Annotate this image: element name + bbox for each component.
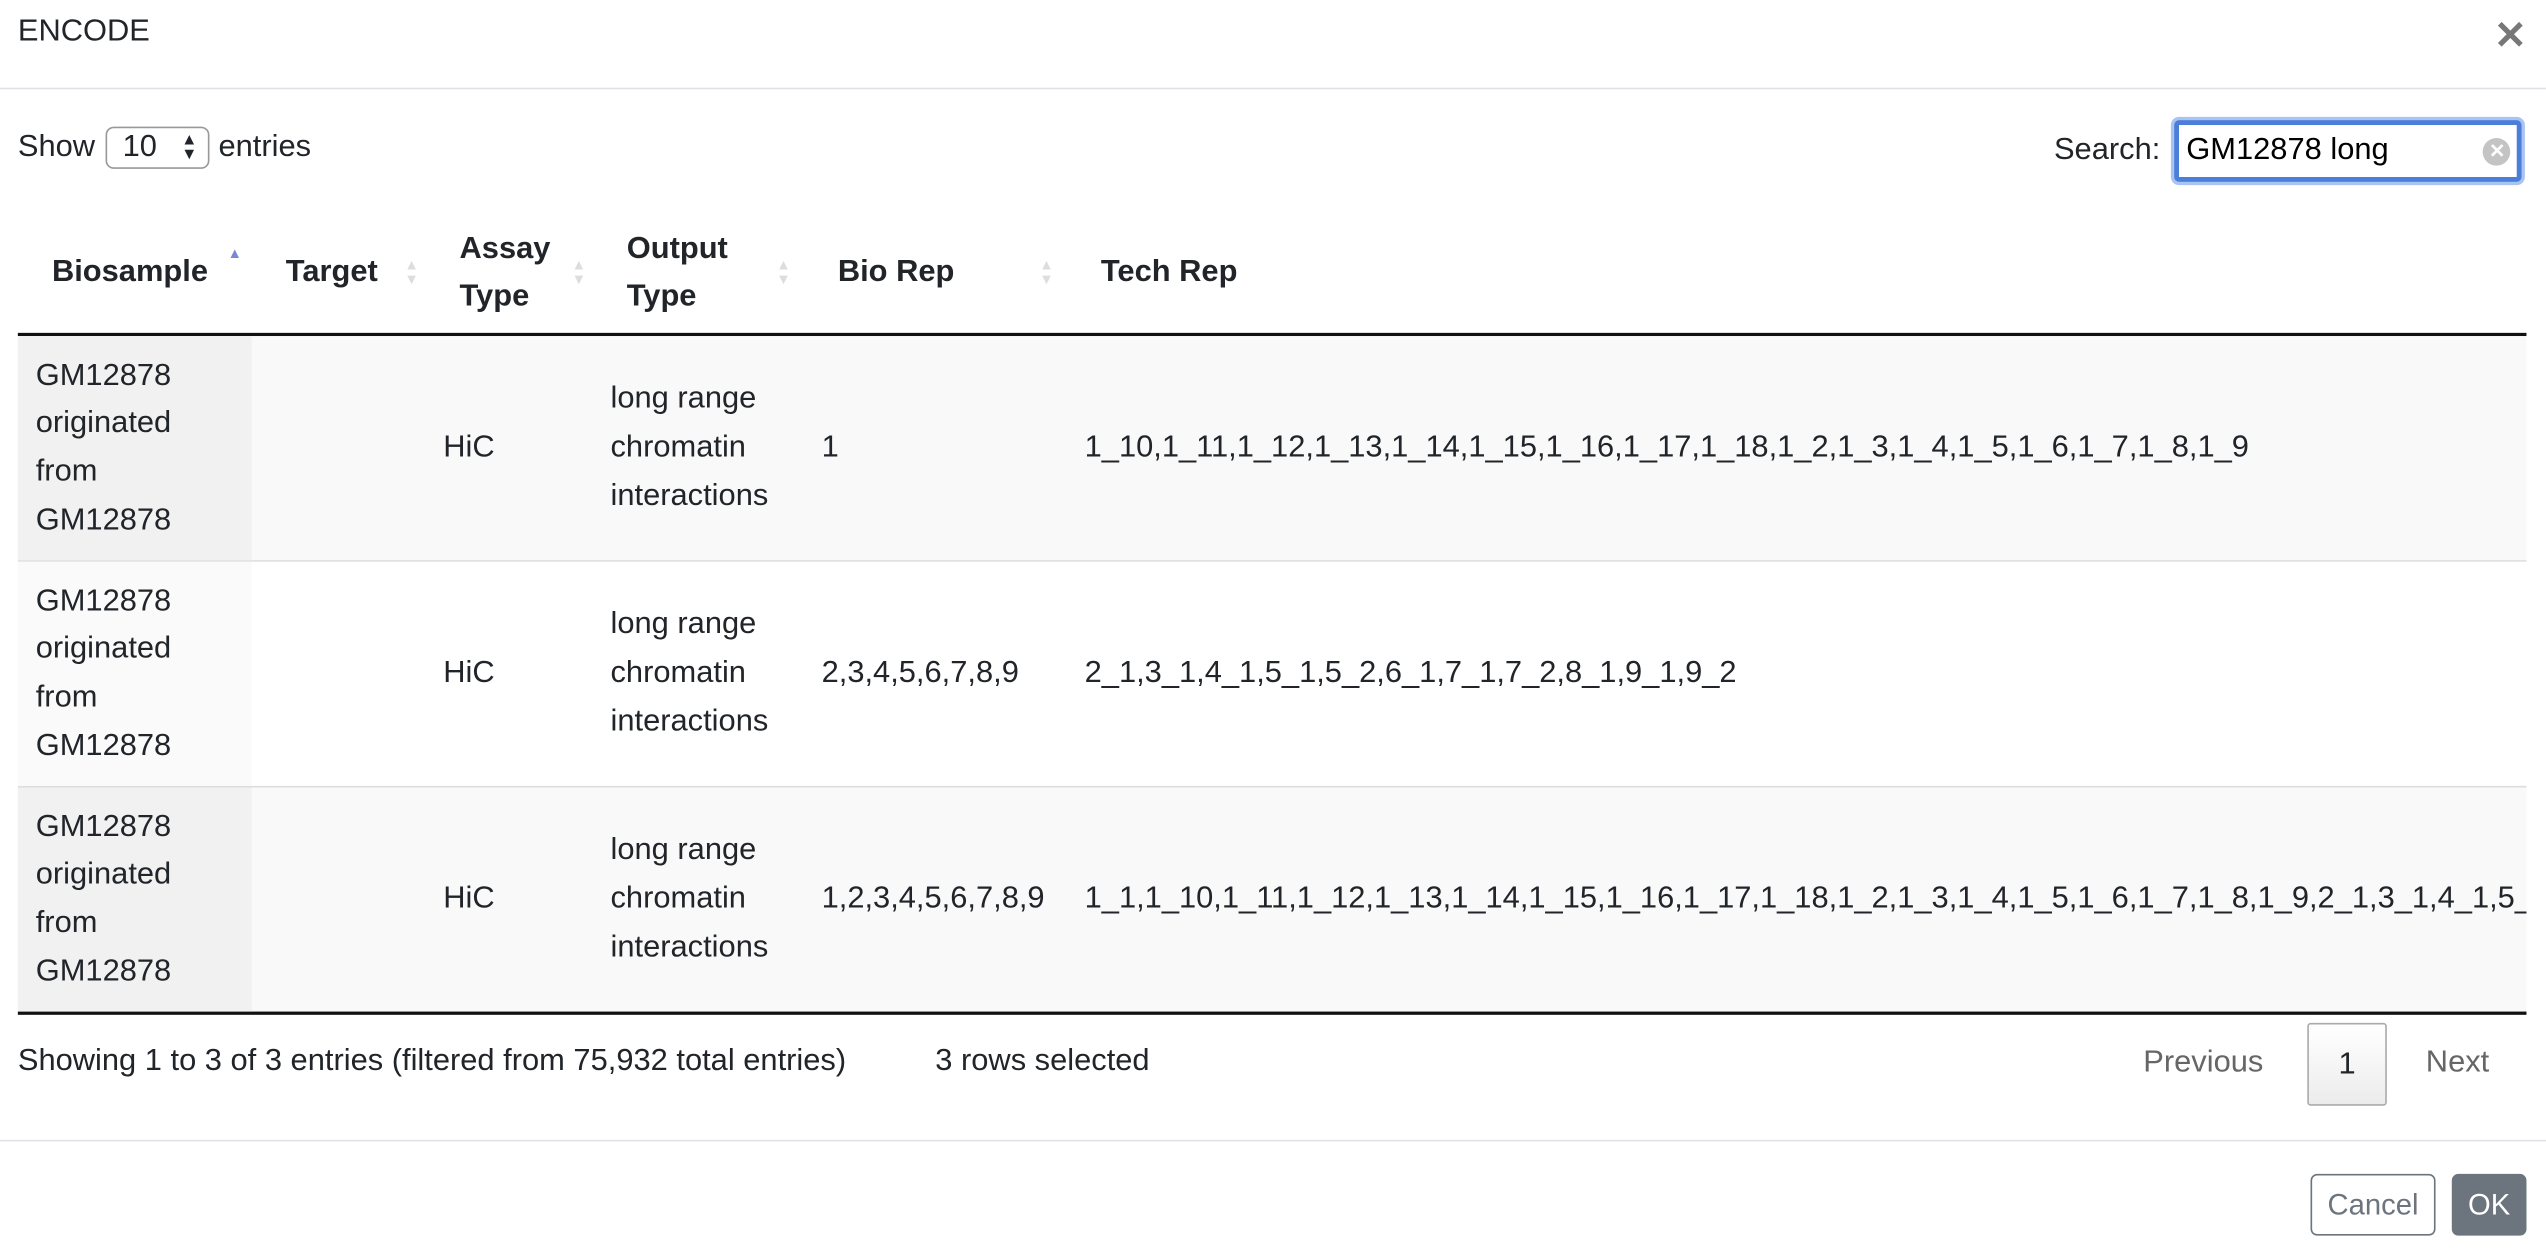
- entries-label: entries: [218, 129, 312, 164]
- search-label: Search:: [2053, 133, 2161, 168]
- sort-icon: ▲ ▼: [571, 255, 587, 287]
- assay-type-cell: HiC: [443, 430, 495, 465]
- table-header: Biosample ▲▼ Target ▲▼ Assay Type ▲▼ Output…: [17, 211, 2527, 337]
- search-value: GM12878 long: [2186, 133, 2389, 168]
- clear-search-icon[interactable]: ✕: [2483, 137, 2512, 165]
- biosample-cell: GM12878 originated from GM12878: [17, 561, 252, 786]
- output-type-cell: long range chromatin interactions: [610, 382, 769, 513]
- sort-icon: ▲ ▼: [776, 255, 791, 287]
- rows-selected: 3 rows selected: [935, 1044, 1150, 1079]
- length-control: Show 10 ▲ ▼ entries: [17, 126, 312, 169]
- output-type-cell: long range chromatin interactions: [610, 833, 769, 965]
- table-info: Showing 1 to 3 of 3 entries (filtered fr…: [17, 1044, 847, 1079]
- column-header-output-type[interactable]: Output Type ▲ ▼: [593, 211, 804, 333]
- tech-rep-cell: 2_1,3_1,4_1,5_1,5_2,6_1,7_1,7_2,8_1,9_1,…: [1084, 656, 1737, 691]
- column-header-assay-type[interactable]: Assay Type ▲ ▼: [425, 211, 592, 333]
- table-row[interactable]: GM12878 originated from GM12878 HiC long r…: [17, 561, 2527, 788]
- header-label: Output Type: [626, 231, 728, 313]
- search-input[interactable]: GM12878 long ✕: [2174, 120, 2523, 182]
- biosample-cell: GM12878 originated from GM12878: [17, 787, 252, 1012]
- assay-type-cell: HiC: [443, 656, 495, 691]
- target-cell: [252, 787, 426, 1011]
- bio-rep-cell: 2,3,4,5,6,7,8,9: [821, 656, 1019, 691]
- dialog-title: ENCODE: [17, 14, 150, 49]
- biosample-cell: GM12878 originated from GM12878: [17, 336, 252, 561]
- header-label: Assay Type: [459, 231, 551, 313]
- column-header-target[interactable]: Target ▲ ▼: [252, 211, 426, 333]
- ok-button[interactable]: OK: [2451, 1173, 2527, 1236]
- bio-rep-cell: 1,2,3,4,5,6,7,8,9: [821, 881, 1045, 916]
- entries-value: 10: [122, 129, 157, 164]
- header-label: Biosample: [51, 254, 208, 290]
- header-label: Target: [285, 254, 378, 290]
- column-header-biosample[interactable]: Biosample ▲▼: [18, 211, 252, 333]
- cancel-button[interactable]: Cancel: [2310, 1173, 2436, 1236]
- select-arrows-icon: ▲ ▼: [181, 131, 198, 164]
- entries-select[interactable]: 10 ▲ ▼: [104, 126, 209, 169]
- bio-rep-cell: 1: [821, 430, 839, 465]
- table-row[interactable]: GM12878 originated from GM12878 HiC long r…: [17, 787, 2527, 1015]
- column-header-bio-rep[interactable]: Bio Rep ▲ ▼: [804, 211, 1067, 333]
- tech-rep-cell: 1_1,1_10,1_11,1_12,1_13,1_14,1_15,1_16,1…: [1084, 881, 2527, 916]
- header-label: Tech Rep: [1100, 254, 1238, 290]
- output-type-cell: long range chromatin interactions: [610, 607, 769, 739]
- table-body: GM12878 originated from GM12878 HiC long r…: [17, 336, 2527, 1015]
- column-header-tech-rep[interactable]: Tech Rep: [1067, 211, 2527, 333]
- target-cell: [252, 562, 426, 786]
- search-control: Search: GM12878 long ✕: [2053, 120, 2523, 182]
- results-table: Biosample ▲▼ Target ▲▼ Assay Type ▲▼ Output…: [17, 211, 2527, 1015]
- sort-icon: ▲ ▼: [1039, 255, 1054, 287]
- encode-dialog: ENCODE ✕ Show 10 ▲ ▼ entries Search: GM128…: [0, 0, 2546, 1247]
- header-label: Bio Rep: [837, 254, 955, 290]
- next-button[interactable]: Next: [2426, 1046, 2489, 1082]
- tech-rep-cell: 1_10,1_11,1_12,1_13,1_14,1_15,1_16,1_17,…: [1084, 430, 2249, 465]
- sort-asc-icon: ▲▼: [227, 245, 242, 262]
- show-label: Show: [17, 129, 96, 164]
- previous-button[interactable]: Previous: [2143, 1046, 2263, 1082]
- page-1-button[interactable]: 1: [2307, 1022, 2387, 1106]
- divider: [0, 1139, 2546, 1142]
- target-cell: [252, 336, 426, 560]
- assay-type-cell: HiC: [443, 881, 495, 916]
- divider: [0, 87, 2546, 90]
- sort-icon: ▲ ▼: [404, 255, 419, 287]
- close-icon[interactable]: ✕: [2494, 13, 2527, 60]
- table-row[interactable]: GM12878 originated from GM12878 HiC long r…: [17, 336, 2527, 562]
